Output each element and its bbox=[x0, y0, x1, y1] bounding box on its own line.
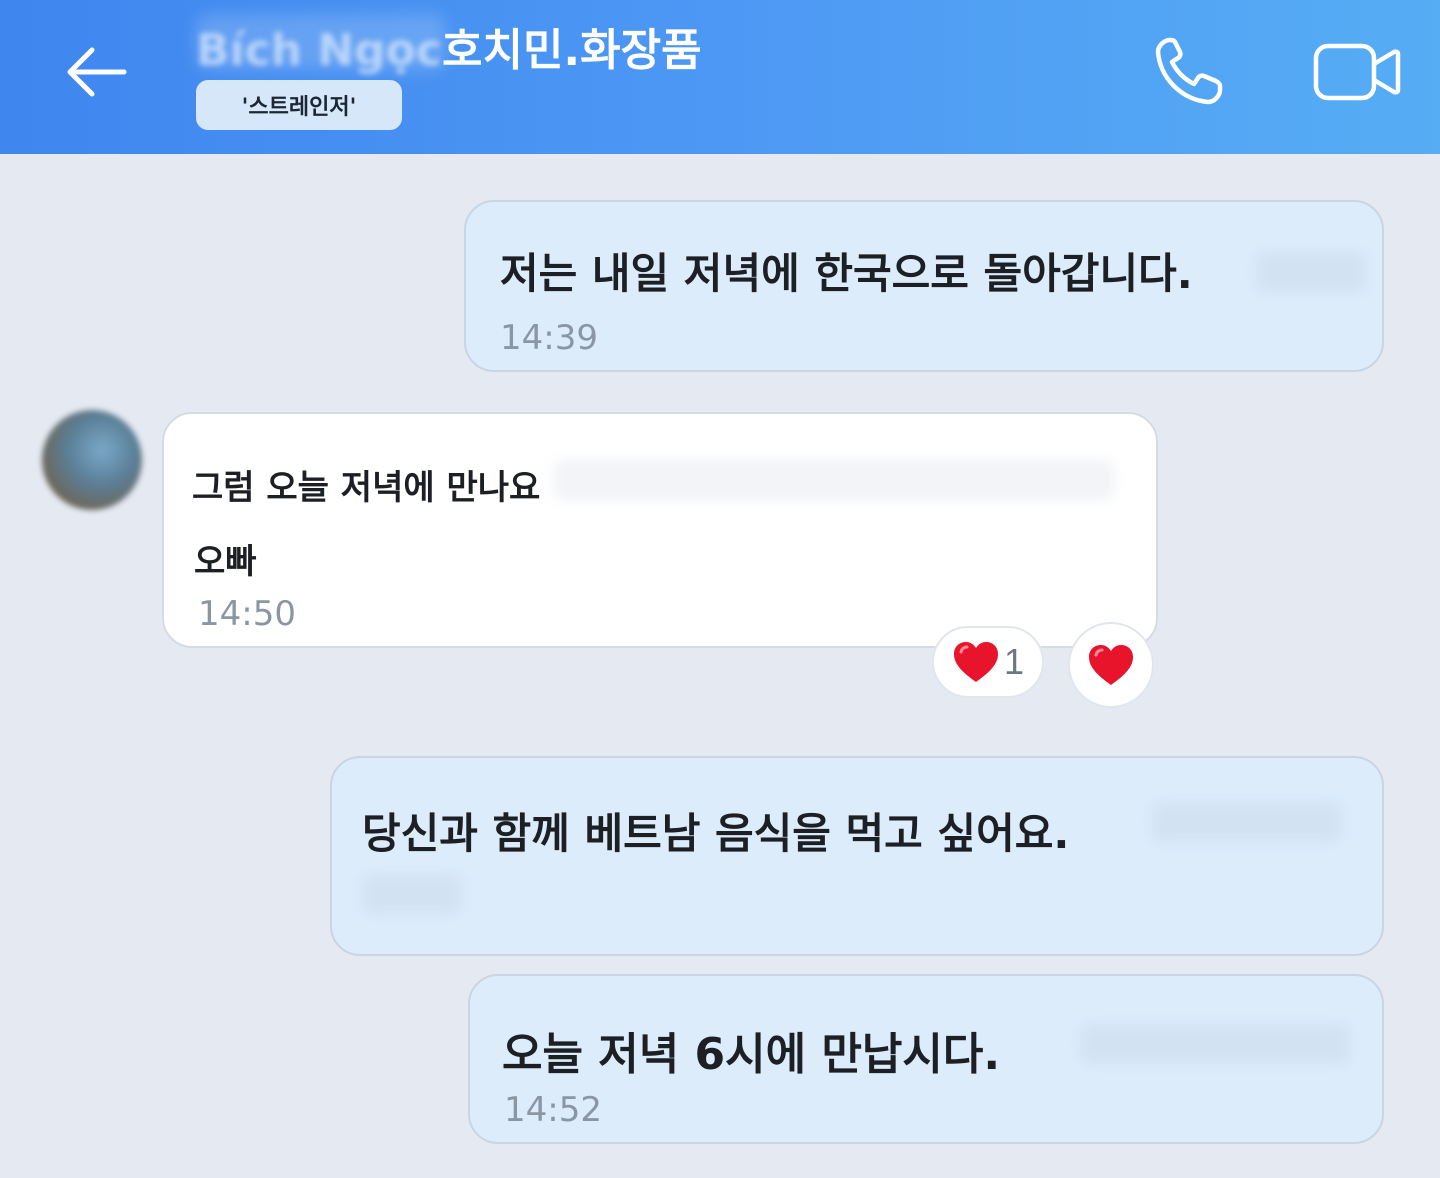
blurred-overlay bbox=[1256, 252, 1366, 292]
blurred-overlay bbox=[554, 460, 1114, 500]
blurred-overlay bbox=[1152, 802, 1342, 842]
video-camera-icon bbox=[1313, 43, 1401, 101]
phone-icon bbox=[1155, 37, 1223, 105]
contact-name-prefix: Bích Ngọc bbox=[196, 25, 442, 76]
message-bubble-sent[interactable]: 저는 내일 저녁에 한국으로 돌아갑니다. 14:39 bbox=[464, 200, 1384, 372]
contact-name-main: 호치민.화장품 bbox=[441, 25, 702, 76]
blurred-overlay bbox=[1080, 1024, 1350, 1064]
message-text: 오늘 저녁 6시에 만납시다. bbox=[502, 1029, 1001, 1080]
heart-icon bbox=[1089, 645, 1133, 685]
chat-header: Bích Ngọc호치민.화장품 '스트레인저' bbox=[0, 0, 1440, 154]
contact-name[interactable]: Bích Ngọc호치민.화장품 bbox=[196, 14, 702, 78]
contact-avatar[interactable] bbox=[42, 410, 142, 510]
blurred-overlay bbox=[362, 874, 462, 914]
message-text-line-2: 오빠 bbox=[194, 542, 257, 582]
message-text: 저는 내일 저녁에 한국으로 돌아갑니다. bbox=[500, 249, 1193, 298]
message-bubble-received[interactable]: 그럼 오늘 저녁에 만나요 오빠 14:50 bbox=[162, 412, 1158, 648]
message-time: 14:50 bbox=[198, 594, 296, 634]
message-text: 당신과 함께 베트남 음식을 먹고 싶어요. bbox=[362, 809, 1070, 858]
message-bubble-sent[interactable]: 오늘 저녁 6시에 만납시다. 14:52 bbox=[468, 974, 1384, 1144]
message-bubble-sent[interactable]: 당신과 함께 베트남 음식을 먹고 싶어요. bbox=[330, 756, 1384, 956]
heart-icon bbox=[953, 642, 998, 682]
reaction-count: 1 bbox=[1003, 641, 1025, 682]
stranger-tag: '스트레인저' bbox=[196, 80, 402, 130]
call-button[interactable] bbox=[1150, 34, 1230, 110]
reaction-summary[interactable]: 1 bbox=[932, 626, 1044, 698]
message-text-line-1: 그럼 오늘 저녁에 만나요 bbox=[192, 468, 541, 508]
heart-reaction-button[interactable] bbox=[1068, 622, 1154, 708]
message-time: 14:52 bbox=[504, 1090, 602, 1130]
arrow-left-icon bbox=[67, 47, 127, 97]
video-call-button[interactable] bbox=[1310, 36, 1402, 106]
message-time: 14:39 bbox=[500, 318, 598, 358]
back-button[interactable] bbox=[60, 36, 132, 108]
